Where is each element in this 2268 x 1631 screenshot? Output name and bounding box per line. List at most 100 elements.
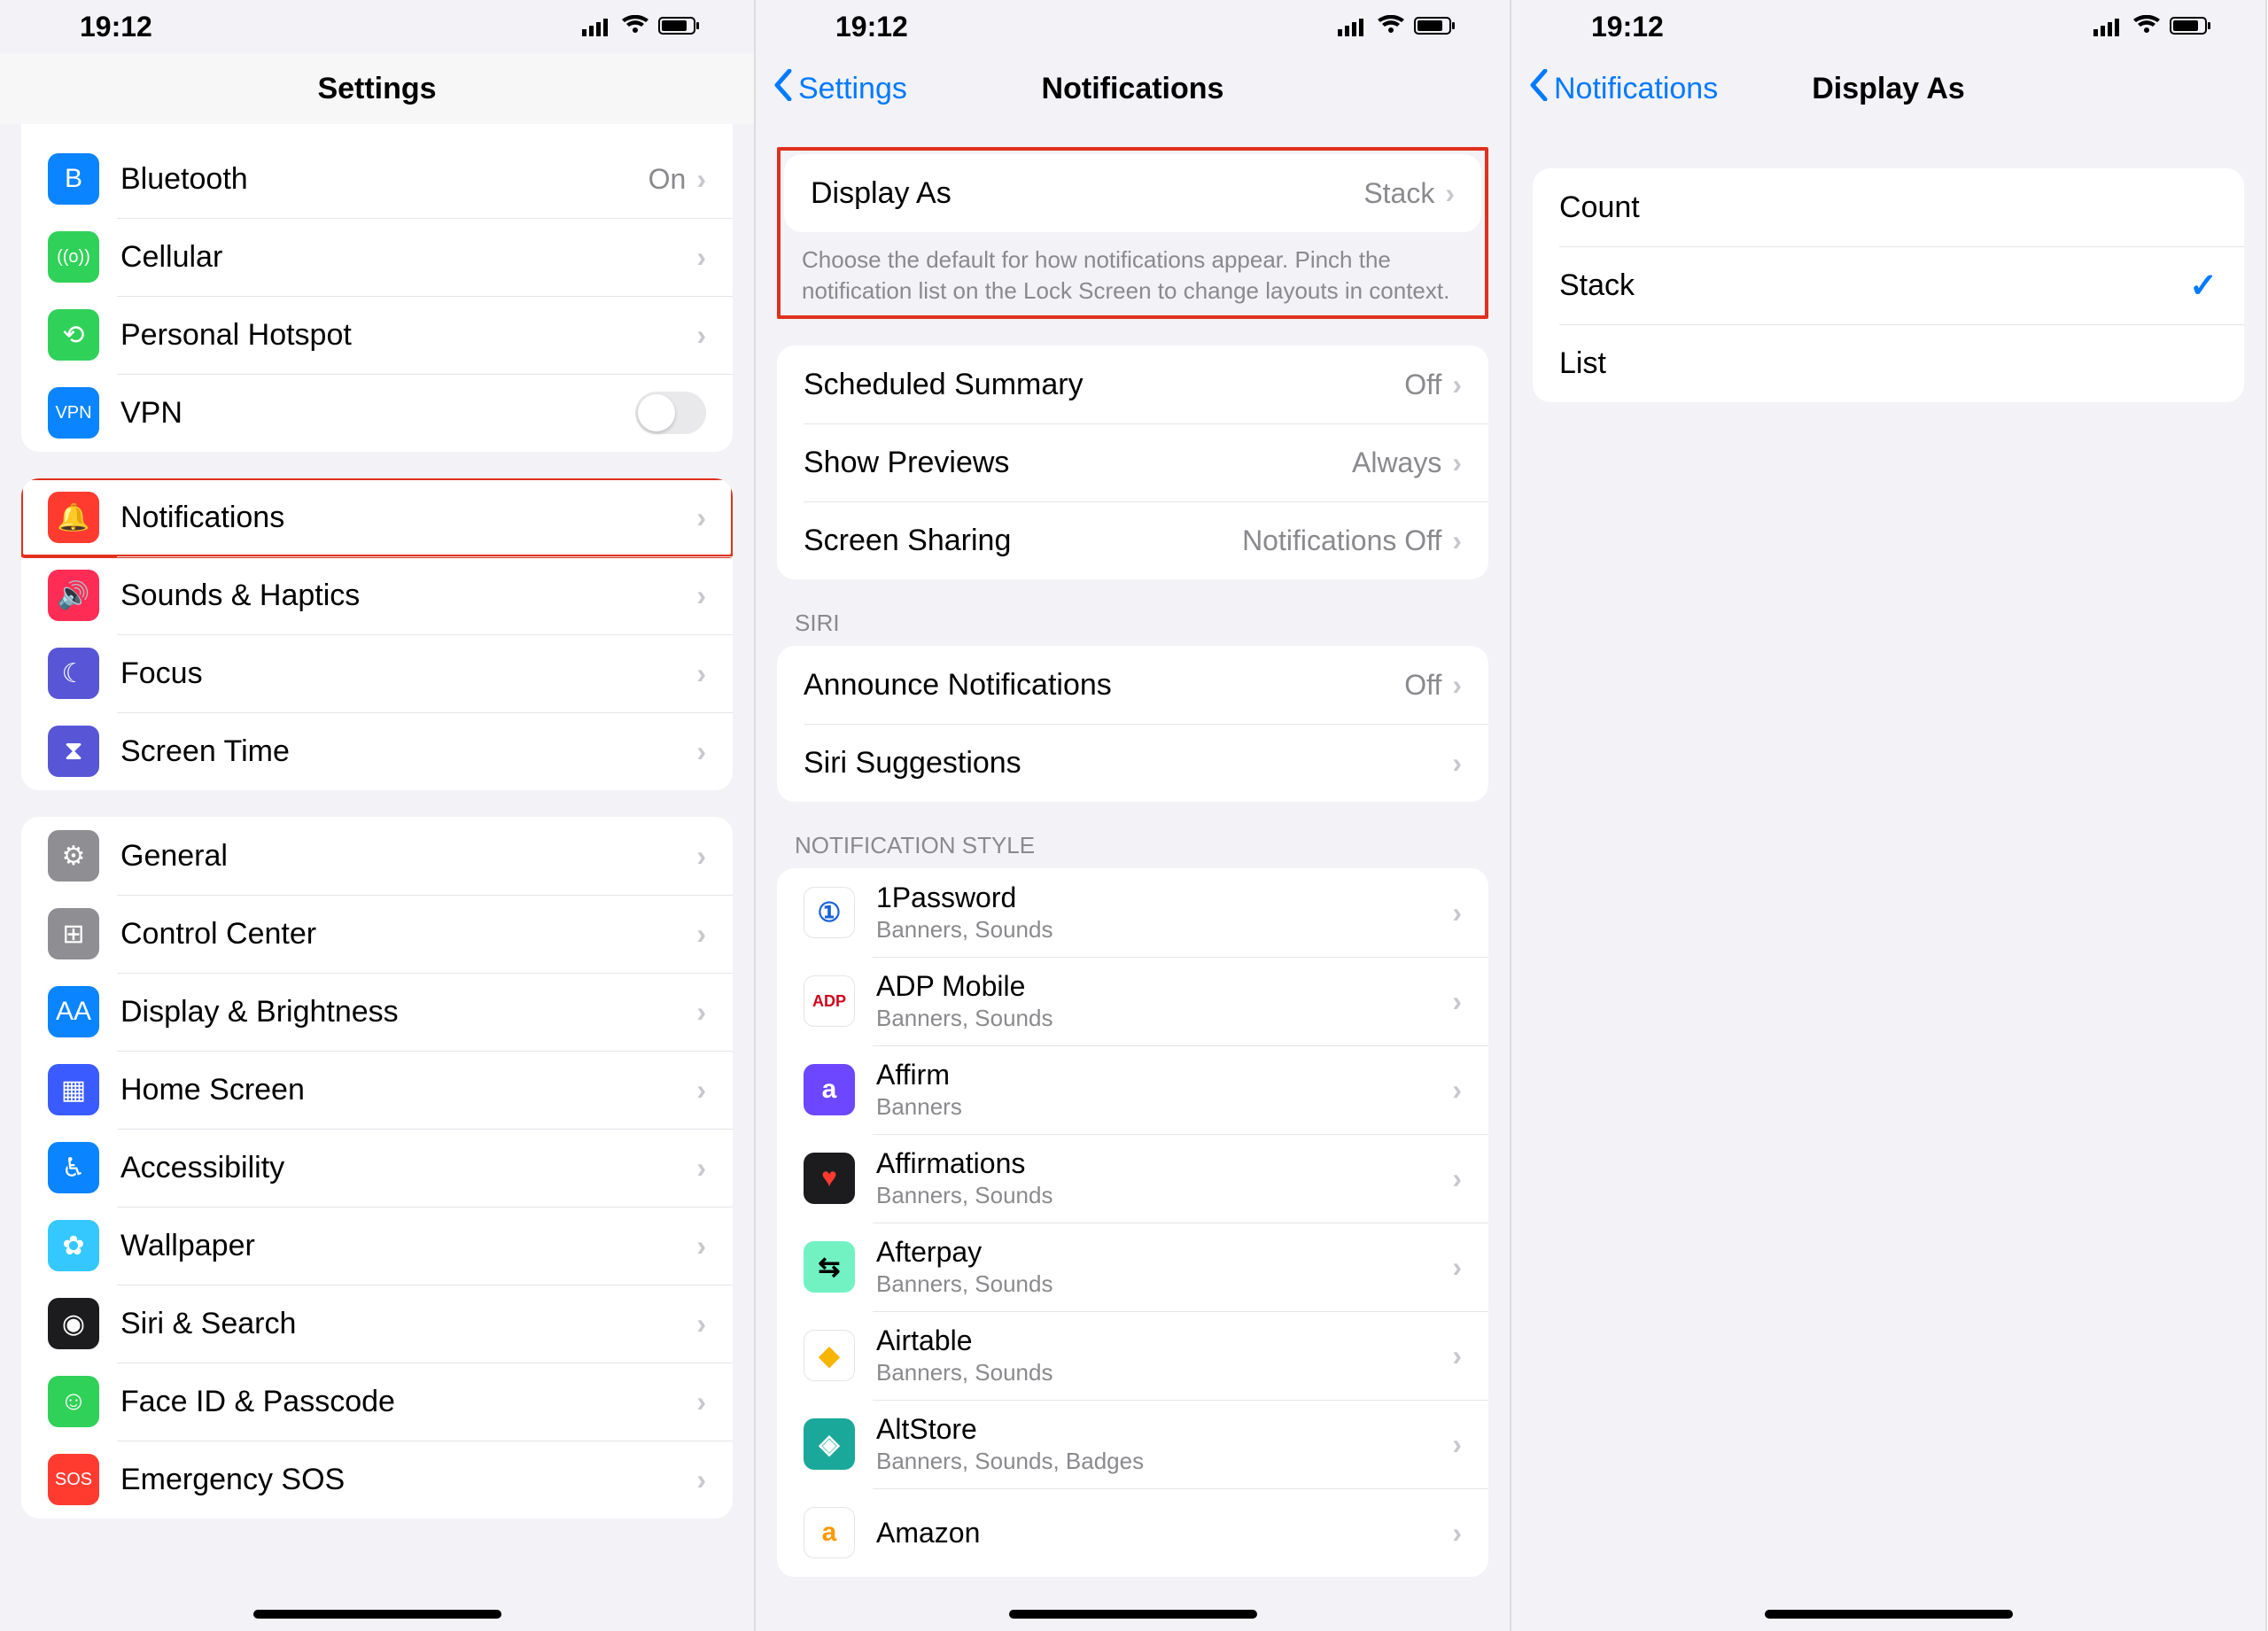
app-name: Airtable: [876, 1324, 1452, 1357]
back-button[interactable]: Notifications: [1529, 69, 1718, 109]
settings-row-focus[interactable]: ☾Focus›: [21, 634, 733, 712]
wifi-icon: [621, 11, 649, 43]
row-display-as[interactable]: Display As Stack ›: [784, 154, 1481, 232]
group-partial: BBluetoothOn›((o))Cellular› ⟲ Personal Hot…: [21, 124, 733, 452]
settings-icon: ⚙︎: [48, 830, 99, 882]
app-icon: ◈: [804, 1418, 855, 1470]
nav-bar: Settings: [0, 53, 754, 124]
row-label: Home Screen: [120, 1073, 696, 1107]
chevron-right-icon: ›: [1452, 669, 1462, 702]
siri-header: SIRI: [795, 610, 1471, 637]
row-screen-sharing[interactable]: Screen SharingNotifications Off›: [777, 501, 1488, 579]
settings-row-personal-hotspot[interactable]: ⟲Personal Hotspot›: [21, 296, 733, 374]
row-label: Control Center: [120, 917, 696, 951]
settings-icon: VPN: [48, 387, 99, 439]
settings-row-control-center[interactable]: ⊞Control Center›: [21, 895, 733, 973]
status-time: 19:12: [835, 11, 908, 43]
row-detail: On: [649, 163, 687, 196]
app-sub: Banners, Sounds: [876, 1270, 1452, 1298]
settings-group: ⚙︎General›⊞Control Center›AADisplay & Br…: [21, 817, 733, 1518]
group-previews: Scheduled SummaryOff›Show PreviewsAlways…: [777, 346, 1488, 579]
option-count[interactable]: Count: [1533, 168, 2244, 246]
settings-icon: ☺︎: [48, 1376, 99, 1427]
cellular-icon: [2093, 11, 2124, 43]
app-row-afterpay[interactable]: ⇆AfterpayBanners, Sounds›: [777, 1223, 1488, 1311]
app-sub: Banners, Sounds: [876, 1182, 1452, 1209]
app-row-amazon[interactable]: a Amazon›: [777, 1488, 1488, 1577]
content[interactable]: BBluetoothOn›((o))Cellular› ⟲ Personal Hot…: [0, 124, 754, 1631]
settings-row-general[interactable]: ⚙︎General›: [21, 817, 733, 895]
app-row-1password[interactable]: ①1PasswordBanners, Sounds›: [777, 868, 1488, 957]
toggle[interactable]: [635, 392, 706, 434]
settings-row-sounds-haptics[interactable]: 🔊Sounds & Haptics›: [21, 556, 733, 634]
status-bar: 19:12: [1511, 0, 2265, 53]
app-sub: Banners, Sounds, Badges: [876, 1448, 1452, 1475]
row-siri-suggestions[interactable]: Siri Suggestions›: [777, 724, 1488, 802]
app-row-affirmations[interactable]: ♥AffirmationsBanners, Sounds›: [777, 1134, 1488, 1223]
app-icon: ◆: [804, 1330, 855, 1381]
option-list[interactable]: List: [1533, 324, 2244, 402]
row-label: Display & Brightness: [120, 995, 696, 1029]
app-icon: ①: [804, 887, 855, 938]
settings-row-cellular[interactable]: ((o))Cellular›: [21, 218, 733, 296]
settings-row-display-brightness[interactable]: AADisplay & Brightness›: [21, 973, 733, 1051]
screen-display-as: 19:12 Notifications Display As CountStac…: [1511, 0, 2267, 1631]
nav-bar: Notifications Display As: [1511, 53, 2265, 124]
chevron-right-icon: ›: [696, 657, 706, 690]
home-indicator: [1765, 1610, 2013, 1619]
chevron-right-icon: ›: [696, 501, 706, 534]
chevron-right-icon: ›: [696, 1074, 706, 1107]
chevron-right-icon: ›: [696, 840, 706, 873]
settings-row-vpn[interactable]: VPN VPN: [21, 374, 733, 452]
settings-row-home-screen[interactable]: ▦Home Screen›: [21, 1051, 733, 1129]
row-label: Accessibility: [120, 1151, 696, 1185]
row-show-previews[interactable]: Show PreviewsAlways›: [777, 423, 1488, 501]
back-button[interactable]: Settings: [773, 69, 907, 109]
settings-row-siri-search[interactable]: ◉Siri & Search›: [21, 1285, 733, 1363]
row-label: Personal Hotspot: [120, 318, 696, 353]
settings-row-accessibility[interactable]: ♿︎Accessibility›: [21, 1129, 733, 1207]
option-stack[interactable]: Stack✓: [1533, 246, 2244, 324]
group-apps: ①1PasswordBanners, Sounds›ADPADP MobileB…: [777, 868, 1488, 1577]
row-label: Screen Time: [120, 734, 696, 769]
home-indicator: [1009, 1610, 1257, 1619]
row-label: Wallpaper: [120, 1229, 696, 1263]
row-label: Announce Notifications: [804, 668, 1404, 703]
settings-icon: ⧗: [48, 726, 99, 777]
app-name: Amazon: [876, 1517, 1452, 1549]
app-icon: ⇆: [804, 1241, 855, 1293]
chevron-right-icon: ›: [1452, 524, 1462, 557]
settings-icon: 🔊: [48, 570, 99, 621]
row-detail: Off: [1404, 669, 1441, 702]
chevron-right-icon: ›: [696, 1308, 706, 1340]
status-time: 19:12: [1591, 11, 1664, 43]
content[interactable]: Display As Stack › Choose the default fo…: [756, 124, 1510, 1631]
chevron-right-icon: ›: [696, 579, 706, 612]
screen-settings: 19:12 Settings BBluetoothOn›((o))Cellula…: [0, 0, 756, 1631]
chevron-right-icon: ›: [1452, 369, 1462, 401]
settings-row-emergency-sos[interactable]: SOSEmergency SOS›: [21, 1441, 733, 1518]
app-sub: Banners, Sounds: [876, 1359, 1452, 1386]
row-detail: Always: [1352, 447, 1441, 479]
app-text: AfterpayBanners, Sounds: [876, 1236, 1452, 1298]
row-scheduled-summary[interactable]: Scheduled SummaryOff›: [777, 346, 1488, 423]
settings-row-notifications[interactable]: 🔔Notifications›: [21, 478, 733, 556]
cellular-icon: [1338, 11, 1368, 43]
checkmark-icon: ✓: [2189, 266, 2218, 306]
row-announce-notifications[interactable]: Announce NotificationsOff ›: [777, 646, 1488, 724]
settings-row-wallpaper[interactable]: ✿Wallpaper›: [21, 1207, 733, 1285]
settings-row-screen-time[interactable]: ⧗Screen Time›: [21, 712, 733, 790]
status-icons: [1338, 11, 1456, 43]
row-label: VPN: [120, 396, 635, 431]
chevron-right-icon: ›: [1452, 1517, 1462, 1549]
settings-row-bluetooth[interactable]: BBluetoothOn›: [21, 140, 733, 218]
content[interactable]: CountStack✓List: [1511, 124, 2265, 1631]
app-row-adp-mobile[interactable]: ADPADP MobileBanners, Sounds›: [777, 957, 1488, 1045]
display-as-highlight: Display As Stack › Choose the default fo…: [777, 147, 1488, 319]
app-icon: a: [804, 1507, 855, 1558]
app-row-altstore[interactable]: ◈AltStoreBanners, Sounds, Badges›: [777, 1400, 1488, 1488]
app-row-affirm[interactable]: aAffirmBanners›: [777, 1045, 1488, 1134]
settings-row-face-id-passcode[interactable]: ☺︎Face ID & Passcode›: [21, 1363, 733, 1441]
settings-icon: ⟲: [48, 309, 99, 361]
app-row-airtable[interactable]: ◆AirtableBanners, Sounds›: [777, 1311, 1488, 1400]
